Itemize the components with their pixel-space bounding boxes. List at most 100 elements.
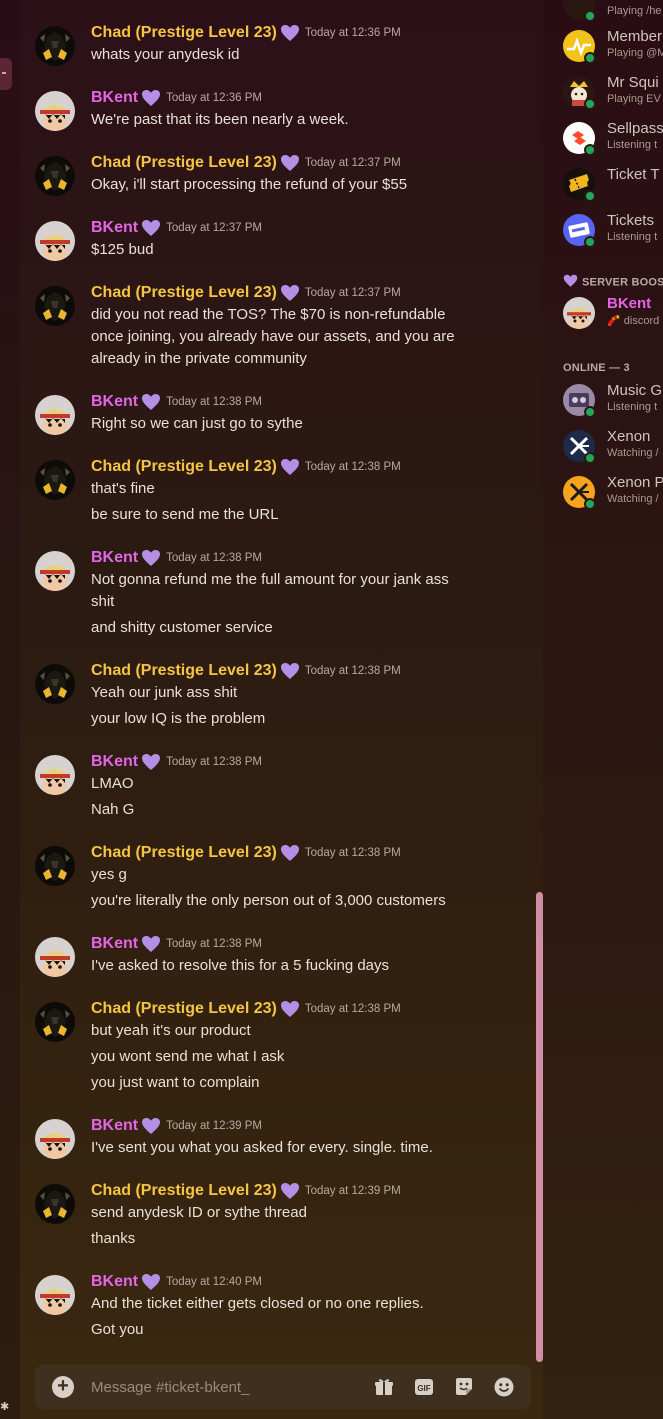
avatar[interactable]: [35, 846, 75, 886]
booster-heart-icon: [141, 393, 161, 411]
member-name: Member: [607, 28, 663, 45]
booster-heart-icon: [280, 844, 300, 862]
timestamp: Today at 12:38 PM: [304, 1003, 401, 1015]
member-item[interactable]: Xenon P Watching /: [563, 472, 663, 512]
avatar[interactable]: [35, 664, 75, 704]
member-item[interactable]: Xenon Watching /: [563, 426, 663, 466]
avatar: [563, 297, 595, 329]
message-header: Chad (Prestige Level 23) Today at 12:36 P…: [91, 22, 401, 44]
message-header: Chad (Prestige Level 23) Today at 12:37 P…: [91, 152, 401, 174]
message-header: BKent Today at 12:39 PM: [91, 1115, 262, 1137]
timestamp: Today at 12:40 PM: [166, 1276, 263, 1288]
avatar[interactable]: [35, 460, 75, 500]
avatar[interactable]: [35, 91, 75, 131]
member-list: Playing /he Member Playing @M Mr Squi Playin…: [543, 0, 663, 1419]
username[interactable]: Chad (Prestige Level 23): [91, 154, 277, 171]
timestamp: Today at 12:39 PM: [166, 1120, 263, 1132]
settings-gear-icon[interactable]: ✱: [0, 1401, 10, 1413]
online-status-icon: [584, 498, 596, 510]
member-item[interactable]: Mr Squi Playing EV: [563, 72, 663, 112]
booster-heart-icon: [141, 89, 161, 107]
message-header: BKent Today at 12:40 PM: [91, 1271, 262, 1293]
online-status-icon: [584, 452, 596, 464]
member-item[interactable]: Ticket T: [563, 164, 663, 204]
message-text: send anydesk ID or sythe thread: [91, 1204, 307, 1221]
member-item[interactable]: Music G Listening t: [563, 380, 663, 420]
message-header: Chad (Prestige Level 23) Today at 12:39 P…: [91, 1180, 401, 1202]
timestamp: Today at 12:38 PM: [166, 756, 263, 768]
chat-scrollbar[interactable]: [536, 892, 543, 1362]
booster-heart-icon: [141, 1117, 161, 1135]
message-text: And the ticket either gets closed or no …: [91, 1295, 424, 1312]
username[interactable]: BKent: [91, 549, 138, 566]
member-activity: Listening t: [607, 231, 658, 243]
sticker-icon[interactable]: [453, 1376, 475, 1398]
booster-heart-icon: [141, 219, 161, 237]
avatar[interactable]: [35, 551, 75, 591]
timestamp: Today at 12:37 PM: [166, 222, 263, 234]
member-name: Xenon P: [607, 474, 663, 491]
message-text: I've sent you what you asked for every. …: [91, 1139, 433, 1156]
member-name: Ticket T: [607, 166, 660, 183]
username[interactable]: Chad (Prestige Level 23): [91, 24, 277, 41]
message-text: your low IQ is the problem: [91, 710, 266, 727]
booster-heart-icon: [141, 753, 161, 771]
message-text: and shitty customer service: [91, 619, 273, 636]
member-item[interactable]: Tickets Listening t: [563, 210, 663, 250]
server-rail-tab[interactable]: [0, 58, 12, 90]
message-header: BKent Today at 12:38 PM: [91, 751, 262, 773]
avatar[interactable]: [35, 26, 75, 66]
message-header: Chad (Prestige Level 23) Today at 12:38 P…: [91, 660, 401, 682]
member-item[interactable]: Playing /he: [563, 0, 663, 24]
username[interactable]: BKent: [91, 753, 138, 770]
avatar[interactable]: [35, 156, 75, 196]
username[interactable]: BKent: [91, 935, 138, 952]
message-text: I've asked to resolve this for a 5 fucki…: [91, 957, 390, 974]
timestamp: Today at 12:37 PM: [304, 157, 401, 169]
username[interactable]: Chad (Prestige Level 23): [91, 844, 277, 861]
message-text: Got you: [91, 1321, 144, 1338]
message-header: BKent Today at 12:38 PM: [91, 933, 262, 955]
username[interactable]: Chad (Prestige Level 23): [91, 284, 277, 301]
avatar[interactable]: [35, 755, 75, 795]
emoji-icon[interactable]: [493, 1376, 515, 1398]
message-text: Not gonna refund me the full amount for …: [91, 571, 449, 610]
add-attachment-icon[interactable]: +: [52, 1376, 74, 1398]
username[interactable]: Chad (Prestige Level 23): [91, 662, 277, 679]
username[interactable]: Chad (Prestige Level 23): [91, 1000, 277, 1017]
booster-heart-icon: [280, 24, 300, 42]
member-activity: Watching /: [607, 493, 659, 505]
avatar[interactable]: [35, 286, 75, 326]
member-item[interactable]: Member Playing @M: [563, 26, 663, 66]
section-heading-boosters: SERVER BOOS: [563, 274, 663, 289]
username[interactable]: BKent: [91, 1273, 138, 1290]
online-status-icon: [584, 236, 596, 248]
username[interactable]: Chad (Prestige Level 23): [91, 458, 277, 475]
message-input[interactable]: [91, 1375, 341, 1399]
gif-icon[interactable]: GIF: [413, 1376, 435, 1398]
username[interactable]: Chad (Prestige Level 23): [91, 1182, 277, 1199]
avatar[interactable]: [35, 1275, 75, 1315]
avatar[interactable]: [35, 937, 75, 977]
username[interactable]: BKent: [91, 393, 138, 410]
online-status-icon: [584, 98, 596, 110]
username[interactable]: BKent: [91, 89, 138, 106]
member-activity-text: discord: [623, 315, 660, 327]
discord-app: ✱ Chad (Prestige Level 23) Today at 12:36…: [0, 0, 663, 1419]
username[interactable]: BKent: [91, 1117, 138, 1134]
gift-icon[interactable]: [373, 1376, 395, 1398]
message-text: We're past that its been nearly a week.: [91, 111, 349, 128]
avatar[interactable]: [35, 395, 75, 435]
message-text: you're literally the only person out of …: [91, 892, 446, 909]
message-text: yes g: [91, 866, 127, 883]
member-name: Mr Squi: [607, 74, 659, 91]
username[interactable]: BKent: [91, 219, 138, 236]
message-text: that's fine: [91, 480, 155, 497]
avatar[interactable]: [35, 1002, 75, 1042]
member-activity: Listening t: [607, 139, 658, 151]
avatar[interactable]: [35, 221, 75, 261]
avatar[interactable]: [35, 1184, 75, 1224]
avatar[interactable]: [35, 1119, 75, 1159]
member-item[interactable]: Sellpass Listening t: [563, 118, 663, 158]
member-bkent-booster[interactable]: BKent 🧨 discord: [563, 293, 663, 333]
